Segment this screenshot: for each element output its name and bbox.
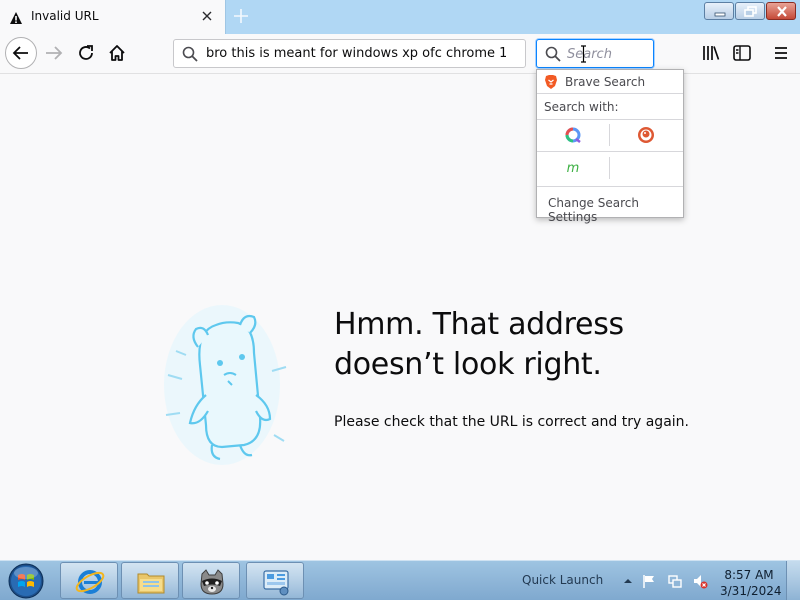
tab-strip: Invalid URL xyxy=(0,0,800,34)
hamburger-menu-icon[interactable] xyxy=(770,42,792,64)
close-tab-icon[interactable] xyxy=(199,8,215,24)
show-hidden-icons-chevron-icon[interactable] xyxy=(620,573,636,589)
error-heading: Hmm. That address doesn’t look right. xyxy=(334,305,664,385)
tab-invalid-url[interactable]: Invalid URL xyxy=(0,0,226,34)
control-panel-icon xyxy=(263,570,289,596)
url-bar[interactable]: bro this is meant for windows xp ofc chr… xyxy=(173,39,526,68)
show-desktop-button[interactable] xyxy=(786,561,800,600)
home-button[interactable] xyxy=(103,39,131,67)
raccoon-app-icon xyxy=(200,569,224,595)
file-explorer-icon xyxy=(137,573,165,594)
brave-lion-icon xyxy=(544,74,558,90)
browser-window: Invalid URL bro this is meant for window… xyxy=(0,0,800,600)
windows-taskbar: Quick Launch 8:57 AM 3/31/2024 xyxy=(0,560,800,600)
library-icon[interactable] xyxy=(700,42,722,64)
qwant-icon xyxy=(565,127,581,143)
start-button[interactable] xyxy=(6,562,46,600)
error-message: Please check that the URL is correct and… xyxy=(334,414,689,430)
text-cursor-icon xyxy=(580,45,587,63)
sidebar-toggle-icon[interactable] xyxy=(731,42,753,64)
change-search-settings-label: Change Search Settings xyxy=(548,196,639,224)
reload-button[interactable] xyxy=(72,39,100,67)
duckduckgo-icon xyxy=(638,127,654,143)
error-heading-line-2: doesn’t look right. xyxy=(334,347,602,382)
marginalia-icon: m xyxy=(567,161,580,176)
change-search-settings-button[interactable]: Change Search Settings xyxy=(537,186,683,224)
engine-duckduckgo[interactable] xyxy=(610,119,682,151)
search-icon xyxy=(182,46,198,66)
navigation-toolbar: bro this is meant for windows xp ofc chr… xyxy=(0,34,800,74)
volume-muted-icon[interactable] xyxy=(692,573,708,589)
forward-button[interactable] xyxy=(40,39,68,67)
search-icon xyxy=(545,46,561,66)
error-heading-line-1: Hmm. That address xyxy=(334,307,624,342)
windows-orb-icon xyxy=(8,563,44,599)
back-button[interactable] xyxy=(5,37,37,69)
taskbar-raccoon-app[interactable] xyxy=(182,562,240,599)
search-engine-dropdown: Brave Search Search with: m Change Searc… xyxy=(536,69,684,224)
quick-launch-label: Quick Launch xyxy=(522,573,604,587)
internet-explorer-icon xyxy=(75,570,105,594)
clock-time: 8:57 AM xyxy=(724,568,774,582)
minimize-button[interactable] xyxy=(704,2,734,20)
clock-date: 3/31/2024 xyxy=(720,584,782,598)
search-with-label: Search with: xyxy=(544,100,619,114)
window-controls xyxy=(703,2,796,20)
system-clock[interactable]: 8:57 AM 3/31/2024 xyxy=(720,567,782,599)
action-center-flag-icon[interactable] xyxy=(641,573,657,589)
taskbar-file-explorer[interactable] xyxy=(121,562,179,599)
taskbar-internet-explorer[interactable] xyxy=(60,562,118,599)
search-bar[interactable] xyxy=(536,39,654,68)
confused-mascot-illustration xyxy=(160,255,290,470)
network-icon[interactable] xyxy=(667,573,683,589)
search-input[interactable] xyxy=(567,45,647,63)
close-window-button[interactable] xyxy=(766,2,796,20)
engine-empty-slot xyxy=(610,152,682,184)
new-tab-icon[interactable] xyxy=(232,7,250,25)
engine-qwant[interactable] xyxy=(537,119,609,151)
tab-title: Invalid URL xyxy=(31,9,99,23)
restore-button[interactable] xyxy=(735,2,765,20)
taskbar-control-panel[interactable] xyxy=(246,562,304,599)
svg-text:m: m xyxy=(567,161,580,176)
current-engine-label: Brave Search xyxy=(565,75,646,89)
warning-icon xyxy=(9,10,23,24)
url-text: bro this is meant for windows xp ofc chr… xyxy=(206,46,506,61)
current-search-engine[interactable]: Brave Search xyxy=(537,70,683,94)
engine-marginalia[interactable]: m xyxy=(537,152,609,184)
